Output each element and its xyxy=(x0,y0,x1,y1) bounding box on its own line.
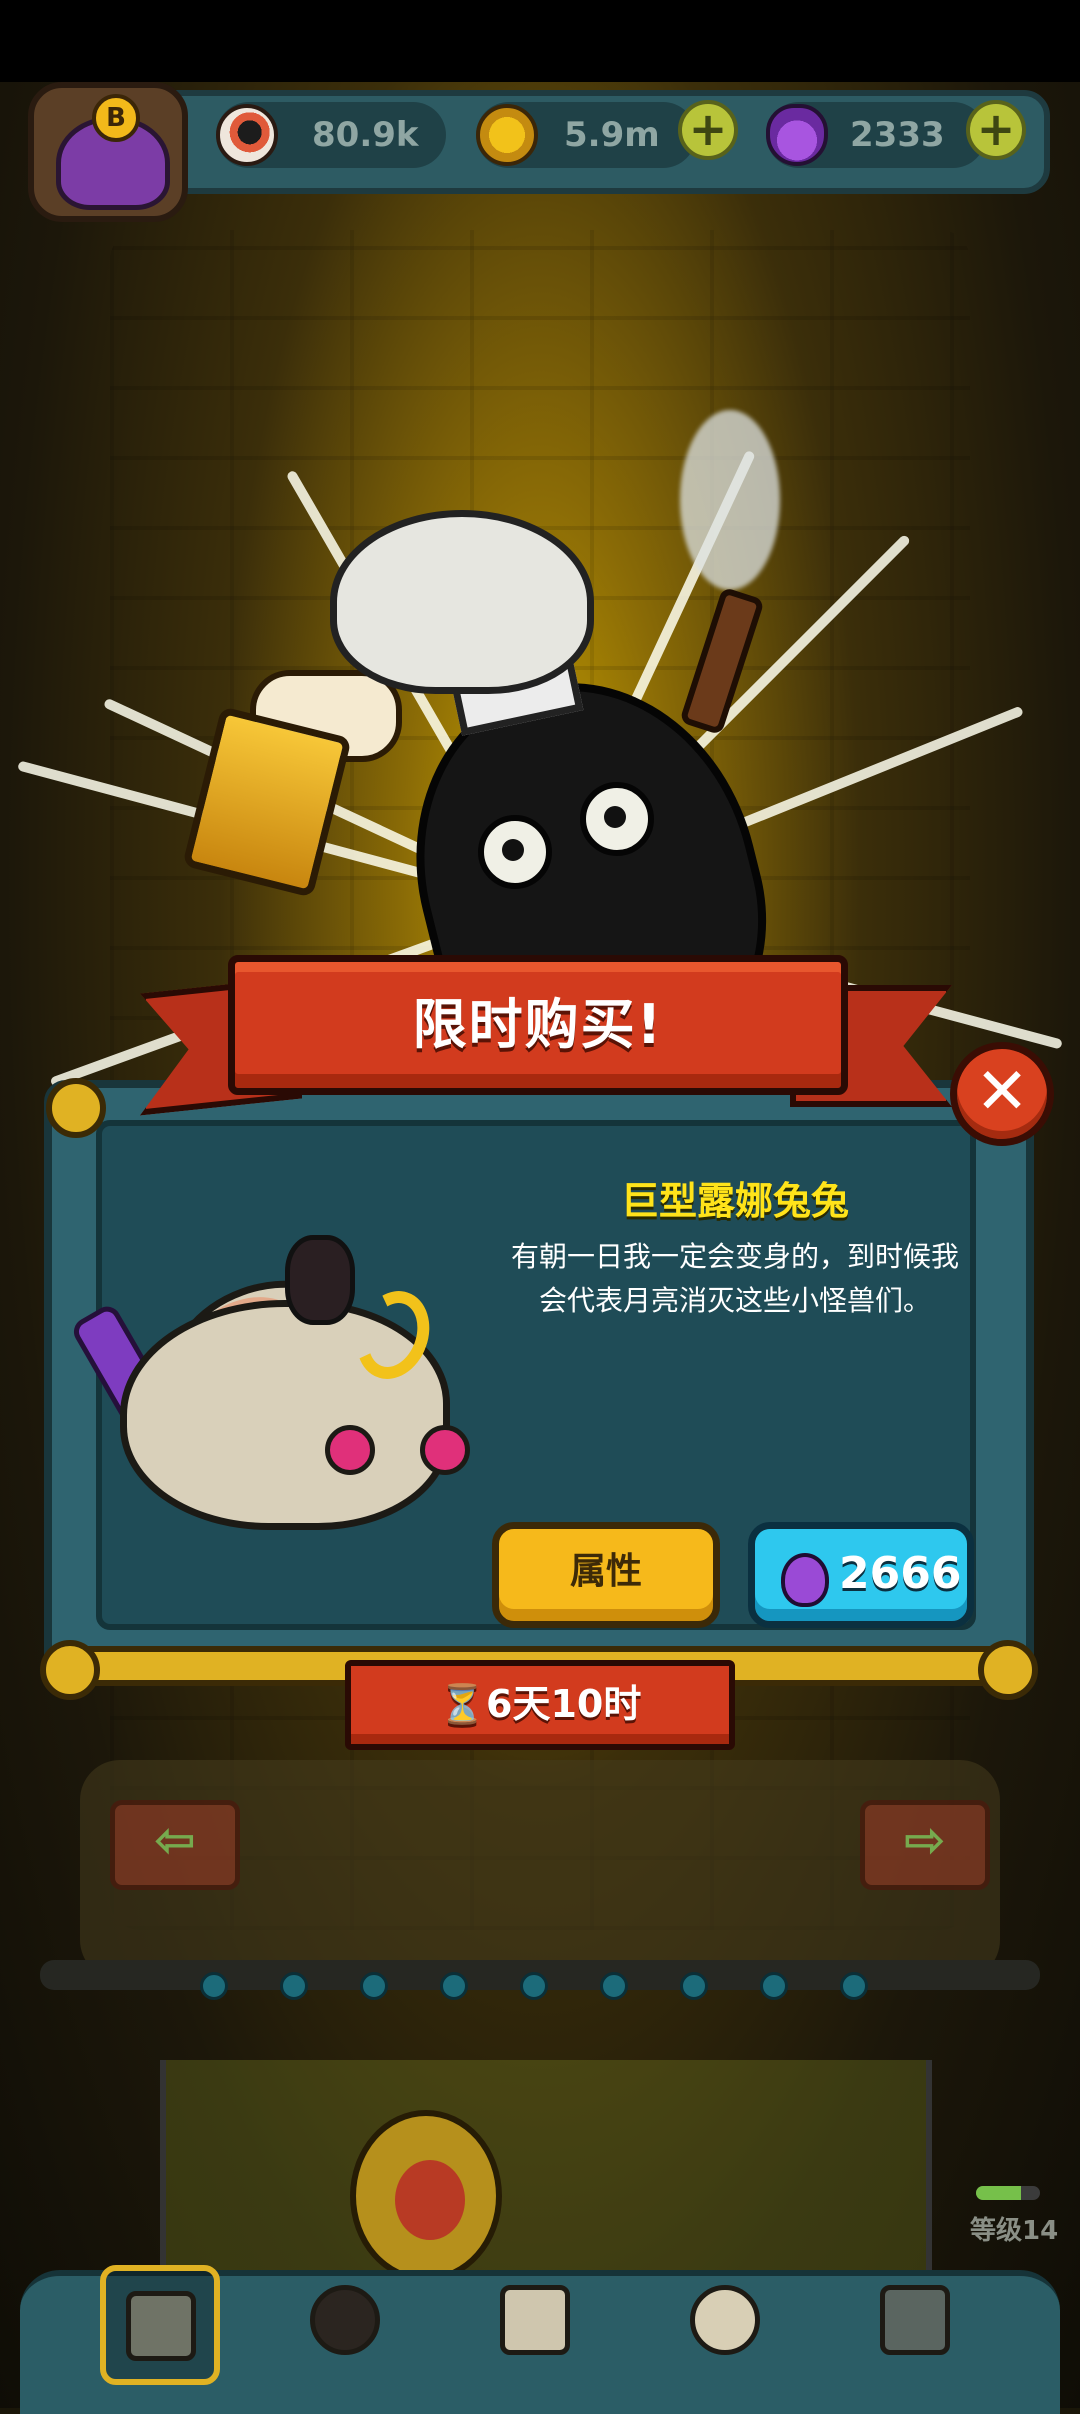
offer-title: 限时购买! xyxy=(412,993,664,1056)
frame-ornament xyxy=(978,1640,1038,1700)
offer-timer: ⏳6天10时 xyxy=(345,1660,735,1750)
rabbit-eye xyxy=(420,1425,470,1475)
buy-button[interactable]: 2666 xyxy=(748,1522,974,1628)
hourglass-icon: ⏳ xyxy=(438,1682,486,1726)
timer-text: ⏳6天10时 xyxy=(351,1666,729,1742)
timer-value: 6天10时 xyxy=(486,1682,642,1726)
description-line: 有朝一日我一定会变身的，到时候我 xyxy=(510,1240,959,1273)
description-line: 会代表月亮消灭这些小怪兽们。 xyxy=(538,1284,931,1317)
attributes-label: 属性 xyxy=(569,1551,642,1592)
monster-eye xyxy=(580,782,654,856)
monster-eye xyxy=(478,815,552,889)
tiny-rider-monster xyxy=(285,1235,355,1325)
price-label: 2666 xyxy=(839,1548,962,1599)
item-name: 巨型露娜兔兔 xyxy=(620,1179,849,1223)
offer-banner: 限时购买! xyxy=(228,955,848,1095)
chef-hat-icon xyxy=(330,510,594,694)
status-bar xyxy=(0,0,1080,82)
item-description: 有朝一日我一定会变身的，到时候我 会代表月亮消灭这些小怪兽们。 xyxy=(500,1235,970,1323)
close-button[interactable]: ✕ xyxy=(950,1042,1054,1146)
rabbit-eye xyxy=(325,1425,375,1475)
potion-icon xyxy=(781,1553,829,1607)
frame-ornament xyxy=(46,1078,106,1138)
frame-ornament xyxy=(40,1640,100,1700)
cigar-smoke xyxy=(680,410,780,590)
attributes-button[interactable]: 属性 xyxy=(492,1522,720,1628)
